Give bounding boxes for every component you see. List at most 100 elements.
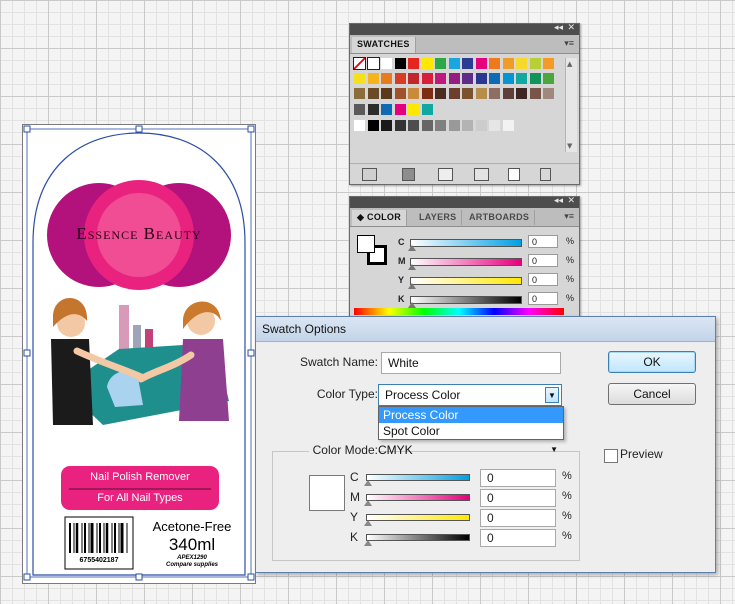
ok-button[interactable]: OK xyxy=(608,351,696,373)
channel-slider[interactable] xyxy=(366,514,470,521)
swatches-panel[interactable]: ◂◂ ✕ SWATCHES ▾≡ ▲ ▼ xyxy=(349,23,580,185)
color-panel[interactable]: ◂◂ ✕ ◆ COLOR LAYERS ARTBOARDS ▾≡ C 0% M 0% Y… xyxy=(349,196,580,318)
swatch[interactable] xyxy=(434,57,447,70)
channel-slider[interactable] xyxy=(410,296,522,304)
slider-handle[interactable] xyxy=(408,302,416,308)
channel-slider[interactable] xyxy=(410,277,522,285)
swatch[interactable] xyxy=(380,103,393,116)
swatch[interactable] xyxy=(407,57,420,70)
swatch[interactable] xyxy=(528,87,542,100)
swatch[interactable] xyxy=(488,57,501,70)
swatch[interactable] xyxy=(380,87,393,100)
channel-slider[interactable] xyxy=(366,534,470,541)
swatch[interactable] xyxy=(515,87,528,100)
swatch[interactable] xyxy=(380,57,393,70)
swatch[interactable] xyxy=(501,72,515,85)
slider-handle[interactable] xyxy=(364,500,372,506)
dropdown-arrow-icon[interactable]: ▼ xyxy=(545,387,559,403)
panel-menu-icon[interactable]: ▾≡ xyxy=(564,38,574,49)
swatch[interactable] xyxy=(501,119,515,132)
preview-checkbox[interactable] xyxy=(604,449,618,463)
scroll-down-icon[interactable]: ▼ xyxy=(567,142,572,150)
option-spot-color[interactable]: Spot Color xyxy=(379,423,563,439)
swatch[interactable] xyxy=(353,103,366,116)
color-type-select[interactable]: Process Color ▼ xyxy=(378,384,562,406)
dropdown-arrow-icon[interactable]: ▼ xyxy=(550,441,558,459)
collapse-icon[interactable]: ◂◂ xyxy=(554,196,563,206)
fill-stroke-widget[interactable] xyxy=(357,235,389,267)
swatch[interactable] xyxy=(407,103,420,116)
label-artwork[interactable] xyxy=(23,125,255,583)
swatch[interactable] xyxy=(407,72,420,85)
swatch[interactable] xyxy=(407,119,420,132)
swatch[interactable] xyxy=(515,57,528,70)
panel-header[interactable]: ◂◂ ✕ xyxy=(350,196,579,208)
swatch[interactable] xyxy=(474,87,488,100)
cancel-button[interactable]: Cancel xyxy=(608,383,696,405)
swatch-options-icon[interactable] xyxy=(438,168,453,181)
swatch[interactable] xyxy=(393,103,407,116)
swatch[interactable] xyxy=(434,119,447,132)
swatch[interactable] xyxy=(434,87,447,100)
channel-slider[interactable] xyxy=(366,474,470,481)
swatch[interactable] xyxy=(447,72,461,85)
swatch[interactable] xyxy=(474,72,488,85)
swatch[interactable] xyxy=(366,72,380,85)
tab-layers[interactable]: LAYERS xyxy=(414,210,463,225)
channel-value-input[interactable]: 0 xyxy=(528,254,558,267)
swatch[interactable] xyxy=(542,72,555,85)
swatch[interactable] xyxy=(515,72,528,85)
swatch[interactable] xyxy=(501,87,515,100)
swatch[interactable] xyxy=(420,57,434,70)
color-type-dropdown[interactable]: Process Color Spot Color xyxy=(378,406,564,440)
slider-handle[interactable] xyxy=(364,520,372,526)
swatch[interactable] xyxy=(501,57,515,70)
swatch[interactable] xyxy=(420,119,434,132)
swatch-name-input[interactable]: White xyxy=(381,352,561,374)
swatch[interactable] xyxy=(447,119,461,132)
none-swatch[interactable] xyxy=(353,57,366,70)
swatch[interactable] xyxy=(461,87,474,100)
swatches-scrollbar[interactable]: ▲ ▼ xyxy=(565,58,577,152)
option-process-color[interactable]: Process Color xyxy=(379,407,563,423)
close-icon[interactable]: ✕ xyxy=(567,23,575,33)
registration-swatch[interactable] xyxy=(366,57,380,70)
tab-artboards[interactable]: ARTBOARDS xyxy=(464,210,536,225)
channel-value-input[interactable]: 0 xyxy=(528,235,558,248)
swatch[interactable] xyxy=(380,119,393,132)
channel-value-input[interactable]: 0 xyxy=(528,273,558,286)
slider-handle[interactable] xyxy=(364,480,372,486)
swatch[interactable] xyxy=(393,72,407,85)
color-mode-select[interactable]: CMYK ▼ xyxy=(378,441,562,459)
swatch[interactable] xyxy=(461,72,474,85)
tab-color[interactable]: ◆ COLOR xyxy=(352,210,408,226)
swatch[interactable] xyxy=(353,119,366,132)
swatch[interactable] xyxy=(488,87,501,100)
preview-label[interactable]: Preview xyxy=(620,447,663,461)
swatch[interactable] xyxy=(366,87,380,100)
close-icon[interactable]: ✕ xyxy=(567,196,575,206)
new-color-group-icon[interactable] xyxy=(474,168,489,181)
swatch[interactable] xyxy=(542,57,555,70)
swatch[interactable] xyxy=(474,57,488,70)
swatch-library-icon[interactable] xyxy=(362,168,377,181)
dialog-title[interactable]: Swatch Options xyxy=(256,317,715,342)
collapse-icon[interactable]: ◂◂ xyxy=(554,23,563,33)
channel-slider[interactable] xyxy=(410,258,522,266)
slider-handle[interactable] xyxy=(408,245,416,251)
swatch[interactable] xyxy=(393,119,407,132)
label-artboard[interactable]: Essence Beauty Nail Polish Remover For A… xyxy=(22,124,256,584)
slider-handle[interactable] xyxy=(364,540,372,546)
swatch[interactable] xyxy=(420,72,434,85)
channel-slider[interactable] xyxy=(366,494,470,501)
swatch[interactable] xyxy=(420,103,434,116)
swatch[interactable] xyxy=(420,87,434,100)
swatch[interactable] xyxy=(542,87,555,100)
slider-handle[interactable] xyxy=(408,283,416,289)
swatch[interactable] xyxy=(366,103,380,116)
swatch[interactable] xyxy=(461,57,474,70)
swatch-options-dialog[interactable]: Swatch Options Swatch Name: White Color … xyxy=(255,316,716,573)
channel-value-input[interactable]: 0 xyxy=(480,509,556,527)
channel-value-input[interactable]: 0 xyxy=(528,292,558,305)
channel-slider[interactable] xyxy=(410,239,522,247)
